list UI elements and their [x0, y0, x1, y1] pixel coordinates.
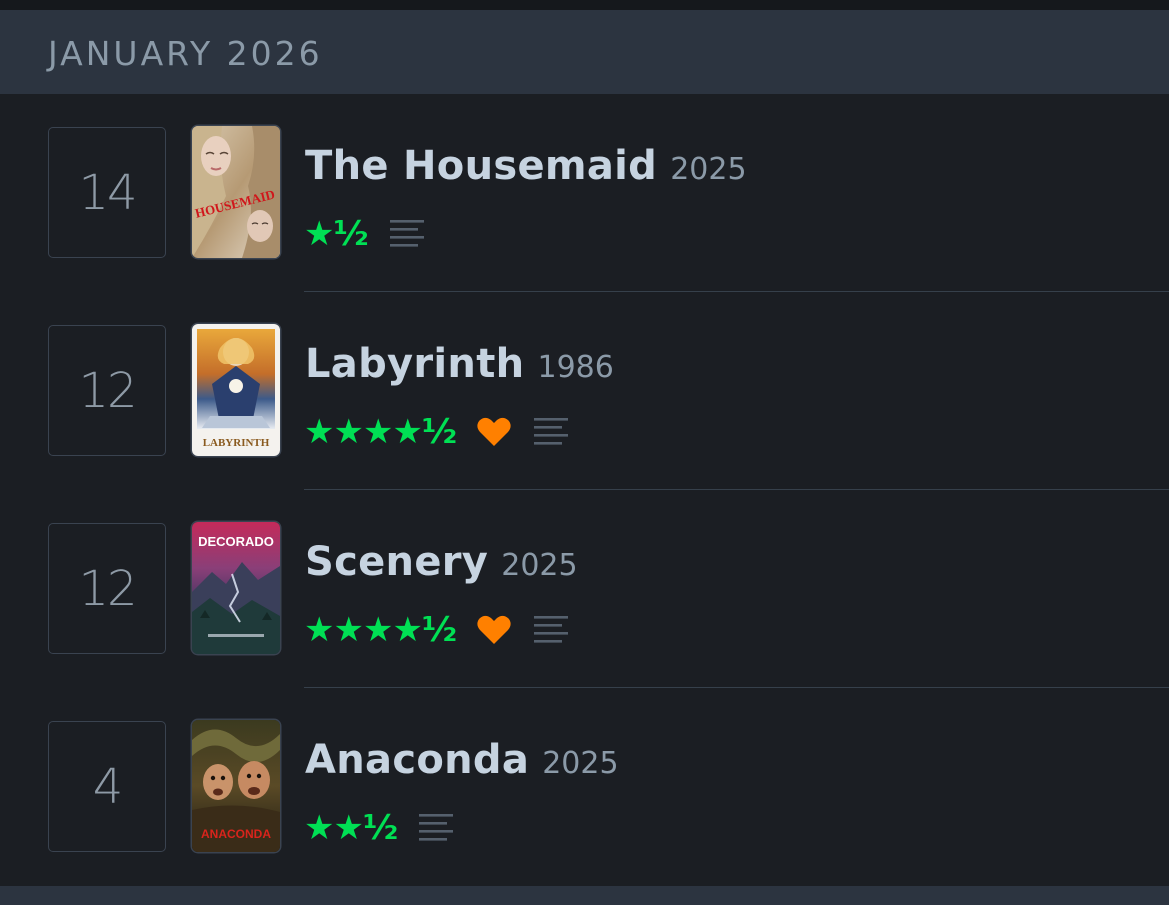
title-line: Scenery 2025	[305, 538, 578, 594]
film-year[interactable]: 2025	[542, 746, 618, 781]
film-title[interactable]: Scenery	[305, 539, 488, 585]
diary-page: JANUARY 2026 14 HOUSEMAID The Housemaid …	[0, 0, 1169, 905]
title-line: Anaconda 2025	[305, 736, 619, 792]
film-poster[interactable]: HOUSEMAID	[192, 126, 280, 258]
diary-entry[interactable]: 12 DECORADO Scenery 2025 ★★★★½	[0, 490, 1169, 688]
svg-text:LABYRINTH: LABYRINTH	[203, 437, 270, 449]
diary-entry[interactable]: 4 ANACONDA Anaconda 2025 ★★½	[0, 688, 1169, 886]
decorado-poster: DECORADO	[192, 522, 280, 654]
day-number[interactable]: 14	[48, 127, 166, 258]
film-title[interactable]: Anaconda	[305, 737, 529, 783]
month-title: JANUARY 2026	[48, 34, 323, 73]
top-strip	[0, 0, 1169, 10]
next-month-header	[0, 886, 1169, 905]
film-title[interactable]: Labyrinth	[305, 341, 524, 387]
film-title[interactable]: The Housemaid	[305, 143, 657, 189]
day-number[interactable]: 12	[48, 523, 166, 654]
review-icon[interactable]	[419, 811, 454, 845]
film-poster[interactable]: LABYRINTH	[192, 324, 280, 456]
film-poster[interactable]: ANACONDA	[192, 720, 280, 852]
diary-entry[interactable]: 14 HOUSEMAID The Housemaid 2025 ★½	[0, 94, 1169, 292]
day-number[interactable]: 4	[48, 721, 166, 852]
review-icon[interactable]	[534, 613, 569, 647]
star-rating: ★★★★½	[304, 412, 457, 452]
labyrinth-poster: LABYRINTH	[192, 324, 280, 456]
svg-text:ANACONDA: ANACONDA	[201, 827, 271, 841]
star-rating: ★★½	[304, 808, 398, 848]
title-line: Labyrinth 1986	[305, 340, 614, 396]
film-year[interactable]: 2025	[670, 152, 746, 187]
review-icon[interactable]	[534, 415, 569, 449]
title-line: The Housemaid 2025	[305, 142, 747, 198]
diary-entry[interactable]: 12 LABYRINTH Labyrinth 1986 ★★★★½	[0, 292, 1169, 490]
month-header: JANUARY 2026	[0, 10, 1169, 94]
anaconda-poster: ANACONDA	[192, 720, 280, 852]
heart-icon[interactable]	[476, 416, 512, 448]
svg-text:DECORADO: DECORADO	[198, 534, 274, 549]
entry-meta: ★★★★½	[304, 410, 569, 454]
film-poster[interactable]: DECORADO	[192, 522, 280, 654]
entry-meta: ★★★★½	[304, 608, 569, 652]
entry-meta: ★★½	[304, 806, 454, 850]
film-year[interactable]: 1986	[538, 350, 614, 385]
housemaid-poster: HOUSEMAID	[192, 126, 280, 258]
film-year[interactable]: 2025	[501, 548, 577, 583]
entry-meta: ★½	[304, 212, 424, 256]
star-rating: ★★★★½	[304, 610, 457, 650]
heart-icon[interactable]	[476, 614, 512, 646]
star-rating: ★½	[304, 214, 369, 254]
review-icon[interactable]	[389, 217, 424, 251]
day-number[interactable]: 12	[48, 325, 166, 456]
